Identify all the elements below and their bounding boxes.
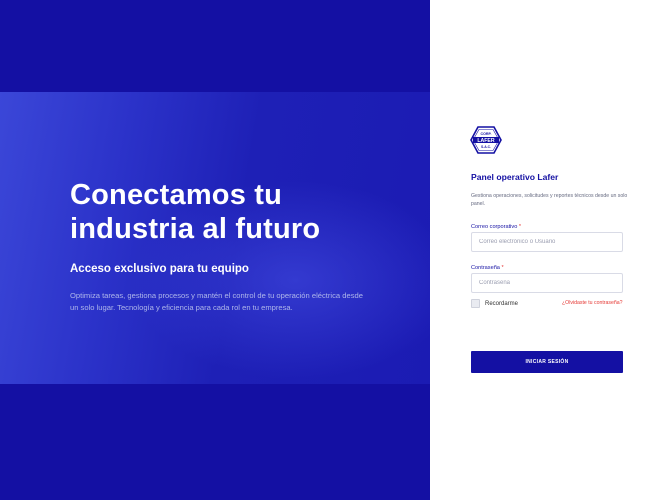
remember-label: Recordarme	[485, 300, 519, 307]
hero-description: Optimiza tareas, gestiona procesos y man…	[70, 291, 363, 312]
hero-subtitle: Acceso exclusivo para tu equipo	[70, 263, 249, 275]
password-required-mark: *	[501, 265, 504, 271]
email-input[interactable]	[471, 232, 623, 252]
forgot-password-link[interactable]: ¿Olvidaste tu contraseña?	[562, 300, 623, 306]
remember-me[interactable]: Recordarme	[471, 299, 518, 308]
password-input[interactable]	[471, 273, 623, 293]
login-button[interactable]: INICIAR SESIÓN	[471, 351, 623, 373]
email-required-mark: *	[518, 224, 522, 230]
email-label: Correo corporativo *	[471, 224, 521, 230]
remember-checkbox[interactable]	[471, 299, 480, 308]
panel-title: Panel operativo Lafer	[471, 172, 559, 182]
password-label: Contraseña *	[471, 265, 504, 271]
logo-top-text: CORP.	[481, 132, 492, 136]
hero-title: Conectamos tu industria al futuro	[70, 179, 321, 245]
email-label-text: Correo corporativo	[471, 224, 518, 230]
panel-description: Gestiona operaciones, solicitudes y repo…	[471, 193, 628, 207]
company-logo: CORP. LAFER S.A.C.	[470, 126, 502, 154]
logo-brand-text: LAFER	[477, 138, 495, 144]
password-label-text: Contraseña	[471, 265, 500, 271]
logo-bottom-text: S.A.C.	[481, 145, 491, 149]
hero-panel: Conectamos tu industria al futuro Acceso…	[0, 0, 430, 500]
